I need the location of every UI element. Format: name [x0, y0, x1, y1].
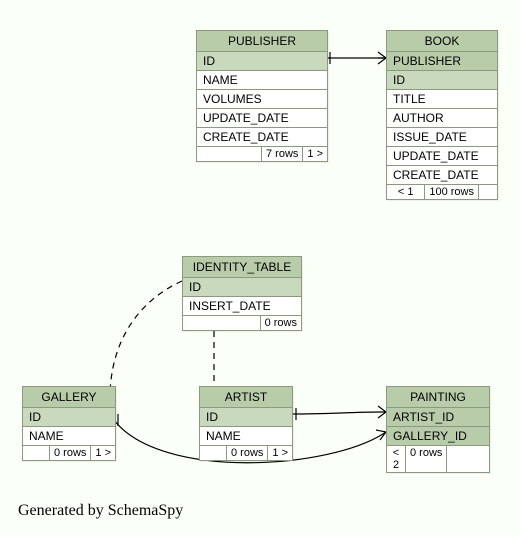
entity-footer-gallery: 0 rows 1 >: [23, 446, 115, 460]
column-painting-artist-id: ARTIST_ID: [387, 408, 489, 427]
footer-rowcount: 0 rows: [406, 446, 447, 472]
column-identity-insert-date: INSERT_DATE: [183, 297, 301, 316]
column-book-update-date: UPDATE_DATE: [387, 147, 497, 166]
footer-rowcount: 0 rows: [261, 316, 301, 330]
footer-rowcount: 100 rows: [425, 185, 479, 199]
footer-cell: [479, 185, 497, 199]
column-painting-gallery-id: GALLERY_ID: [387, 427, 489, 446]
entity-header-painting: PAINTING: [387, 387, 489, 408]
footer-cell: [183, 316, 261, 330]
entity-identity-table: IDENTITY_TABLE ID INSERT_DATE 0 rows: [182, 256, 302, 331]
entity-header-publisher: PUBLISHER: [197, 31, 327, 52]
entity-header-artist: ARTIST: [200, 387, 292, 408]
column-gallery-name: NAME: [23, 427, 115, 446]
column-artist-id: ID: [200, 408, 292, 427]
column-publisher-id: ID: [197, 52, 327, 71]
entity-book: BOOK PUBLISHER ID TITLE AUTHOR ISSUE_DAT…: [386, 30, 498, 200]
entity-painting: PAINTING ARTIST_ID GALLERY_ID < 2 0 rows: [386, 386, 490, 473]
column-artist-name: NAME: [200, 427, 292, 446]
column-book-publisher: PUBLISHER: [387, 52, 497, 71]
entity-footer-publisher: 7 rows 1 >: [197, 147, 327, 161]
entity-header-identity-table: IDENTITY_TABLE: [183, 257, 301, 278]
column-identity-id: ID: [183, 278, 301, 297]
column-publisher-update-date: UPDATE_DATE: [197, 109, 327, 128]
footer-children: 1 >: [91, 446, 115, 460]
entity-footer-book: < 1 100 rows: [387, 185, 497, 199]
column-book-issue-date: ISSUE_DATE: [387, 128, 497, 147]
entity-header-book: BOOK: [387, 31, 497, 52]
footer-cell: [23, 446, 50, 460]
entity-artist: ARTIST ID NAME 0 rows 1 >: [199, 386, 293, 461]
entity-footer-painting: < 2 0 rows: [387, 446, 489, 472]
generated-by-label: Generated by SchemaSpy: [18, 502, 183, 520]
footer-rowcount: 0 rows: [227, 446, 268, 460]
footer-children: 1 >: [268, 446, 292, 460]
entity-publisher: PUBLISHER ID NAME VOLUMES UPDATE_DATE CR…: [196, 30, 328, 162]
column-book-author: AUTHOR: [387, 109, 497, 128]
footer-cell: [200, 446, 227, 460]
footer-children: 1 >: [303, 147, 327, 161]
column-gallery-id: ID: [23, 408, 115, 427]
footer-rowcount: 7 rows: [262, 147, 303, 161]
footer-parents: < 1: [387, 185, 425, 199]
entity-gallery: GALLERY ID NAME 0 rows 1 >: [22, 386, 116, 461]
footer-rowcount: 0 rows: [50, 446, 91, 460]
column-book-create-date: CREATE_DATE: [387, 166, 497, 185]
column-book-id: ID: [387, 71, 497, 90]
column-publisher-create-date: CREATE_DATE: [197, 128, 327, 147]
entity-header-gallery: GALLERY: [23, 387, 115, 408]
entity-footer-identity-table: 0 rows: [183, 316, 301, 330]
footer-parents: < 2: [387, 446, 406, 472]
column-publisher-volumes: VOLUMES: [197, 90, 327, 109]
column-publisher-name: NAME: [197, 71, 327, 90]
footer-cell: [197, 147, 262, 161]
footer-cell: [447, 446, 465, 472]
column-book-title: TITLE: [387, 90, 497, 109]
entity-footer-artist: 0 rows 1 >: [200, 446, 292, 460]
